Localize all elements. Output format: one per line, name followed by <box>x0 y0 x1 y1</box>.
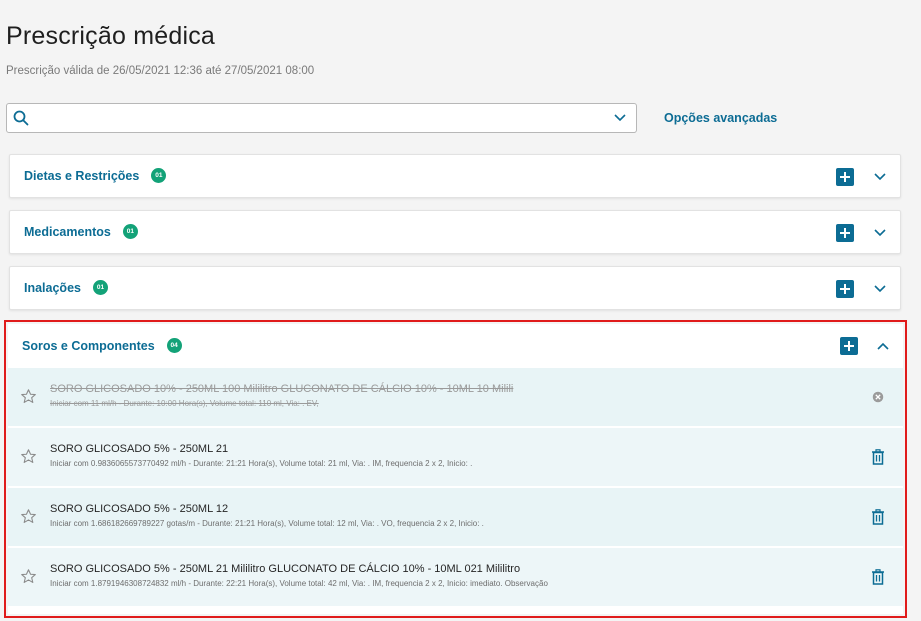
count-badge: 01 <box>92 280 108 296</box>
star-icon[interactable] <box>20 448 37 465</box>
plus-icon <box>840 228 850 238</box>
section-header[interactable]: Dietas e Restrições 01 <box>10 155 900 199</box>
item-name: SORO GLICOSADO 5% - 250ML 21 <box>50 443 229 455</box>
prescription-validity: Prescrição válida de 26/05/2021 12:36 at… <box>6 65 315 77</box>
trash-icon[interactable] <box>871 509 885 525</box>
chevron-down-icon[interactable] <box>874 284 886 294</box>
section-soros: Soros e Componentes 04 SORO GLICOSADO 10%… <box>8 324 903 614</box>
section-medicamentos: Medicamentos 01 <box>9 210 901 254</box>
add-button[interactable] <box>836 280 854 298</box>
section-title: Medicamentos <box>24 225 111 239</box>
chevron-down-icon[interactable] <box>874 172 886 182</box>
section-title: Soros e Componentes <box>22 339 155 353</box>
page-title: Prescrição médica <box>6 22 216 50</box>
highlight-frame: Soros e Componentes 04 SORO GLICOSADO 10%… <box>4 320 907 618</box>
section-header[interactable]: Medicamentos 01 <box>10 211 900 255</box>
section-title: Dietas e Restrições <box>24 169 140 183</box>
section-header[interactable]: Inalações 01 <box>10 267 900 311</box>
list-item[interactable]: SORO GLICOSADO 5% - 250ML 21 Iniciar com… <box>8 428 903 488</box>
advanced-options-link[interactable]: Opções avançadas <box>664 111 777 125</box>
item-detail: Iniciar com 11 ml/h - Durante: 10:00 Hor… <box>50 399 319 408</box>
item-name: SORO GLICOSADO 10% - 250ML 100 Mililitro… <box>50 383 514 395</box>
section-header[interactable]: Soros e Componentes 04 <box>8 324 903 368</box>
trash-icon[interactable] <box>871 449 885 465</box>
item-detail: Iniciar com 0.9836065573770492 ml/h - Du… <box>50 459 473 468</box>
chevron-down-icon[interactable] <box>874 228 886 238</box>
section-title: Inalações <box>24 281 81 295</box>
item-detail: Iniciar com 1.8791946308724832 ml/h - Du… <box>50 579 548 588</box>
add-button[interactable] <box>840 337 858 355</box>
search-combobox[interactable] <box>6 103 637 133</box>
section-inalacoes: Inalações 01 <box>9 266 901 310</box>
plus-icon <box>840 172 850 182</box>
add-button[interactable] <box>836 168 854 186</box>
soros-list: SORO GLICOSADO 10% - 250ML 100 Mililitro… <box>8 368 903 606</box>
plus-icon <box>840 284 850 294</box>
item-detail: Iniciar com 1.686182669789227 gotas/m - … <box>50 519 484 528</box>
list-item[interactable]: SORO GLICOSADO 5% - 250ML 12 Iniciar com… <box>8 488 903 548</box>
search-icon <box>13 110 29 126</box>
star-icon[interactable] <box>20 508 37 525</box>
count-badge: 04 <box>166 338 182 354</box>
section-dietas: Dietas e Restrições 01 <box>9 154 901 198</box>
plus-icon <box>844 341 854 351</box>
count-badge: 01 <box>151 168 167 184</box>
star-icon[interactable] <box>20 388 37 405</box>
item-name: SORO GLICOSADO 5% - 250ML 21 Mililitro G… <box>50 563 521 575</box>
add-button[interactable] <box>836 224 854 242</box>
search-input[interactable] <box>37 107 601 131</box>
trash-icon[interactable] <box>871 569 885 585</box>
close-circle-icon[interactable] <box>871 389 885 405</box>
star-icon[interactable] <box>20 568 37 585</box>
chevron-down-icon[interactable] <box>614 113 626 123</box>
list-item[interactable]: SORO GLICOSADO 5% - 250ML 21 Mililitro G… <box>8 548 903 606</box>
list-item[interactable]: SORO GLICOSADO 10% - 250ML 100 Mililitro… <box>8 368 903 428</box>
count-badge: 01 <box>122 224 138 240</box>
item-name: SORO GLICOSADO 5% - 250ML 12 <box>50 503 229 515</box>
chevron-up-icon[interactable] <box>877 341 889 351</box>
